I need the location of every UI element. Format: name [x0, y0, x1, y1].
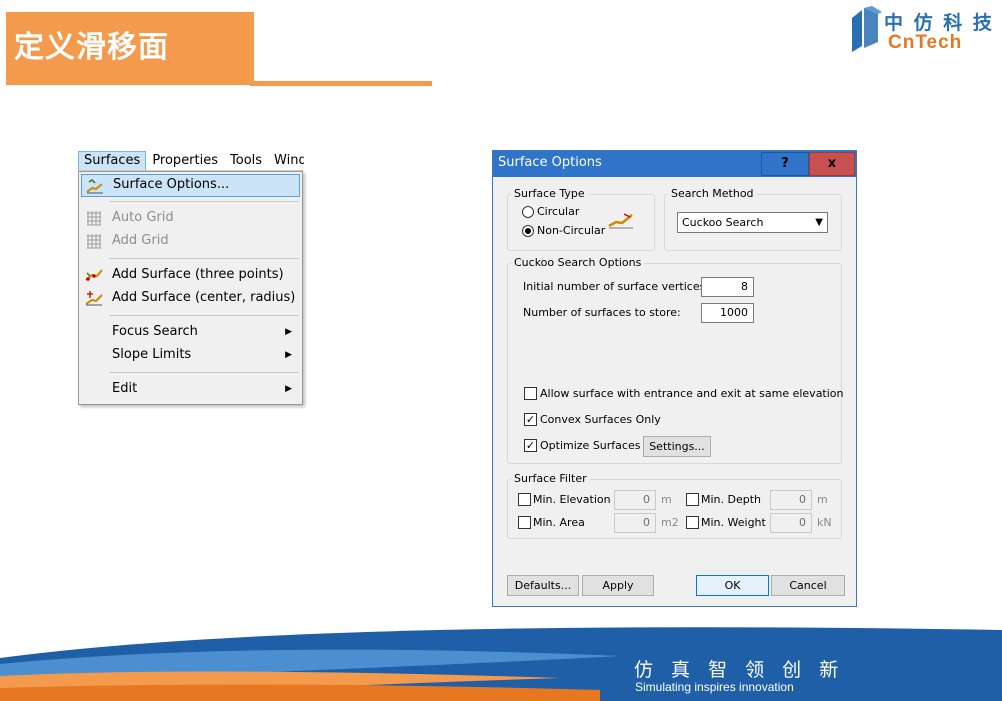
vertices-label: Initial number of surface vertices:	[523, 280, 710, 293]
surface-options-icon	[86, 178, 104, 194]
menu-item-label: Slope Limits	[112, 347, 192, 362]
menu-item-label: Edit	[112, 381, 138, 396]
non-circular-surface-icon	[608, 211, 634, 232]
settings-button[interactable]: Settings...	[643, 436, 711, 457]
surfaces-dropdown-menu: Surface Options Surface Options... Auto …	[78, 171, 303, 405]
slogan-english: Simulating inspires innovation	[635, 680, 794, 694]
convex-only-checkbox[interactable]: ✓	[524, 413, 537, 426]
surfaces-to-store-label: Number of surfaces to store:	[523, 306, 681, 319]
circular-label: Circular	[537, 205, 580, 218]
dialog-titlebar: Surface Options ? x	[493, 151, 856, 177]
menu-item-add-surface-three-points[interactable]: Add Surface (three points)	[81, 264, 300, 287]
min-depth-checkbox[interactable]	[686, 493, 699, 506]
min-area-checkbox[interactable]	[518, 516, 531, 529]
menu-properties[interactable]: Properties	[146, 151, 224, 170]
dialog-title: Surface Options	[498, 155, 602, 170]
title-underline	[250, 81, 432, 86]
slogan-chinese: 仿 真 智 领 创 新	[634, 659, 845, 681]
surface-options-dialog: Surface Options ? x Surface Type Circula…	[492, 150, 857, 607]
search-method-select[interactable]: Cuckoo Search ▼	[677, 212, 828, 233]
non-circular-label: Non-Circular	[537, 224, 606, 237]
footer-banner	[0, 627, 1002, 701]
menu-window[interactable]: Windo	[268, 151, 304, 170]
cuckoo-search-options-group	[507, 263, 842, 464]
search-method-label: Search Method	[668, 187, 757, 200]
menu-item-add-surface-center-radius[interactable]: Add Surface (center, radius)	[81, 287, 300, 310]
menu-item-focus-search[interactable]: Focus Search ▶	[81, 321, 300, 344]
ok-button[interactable]: OK	[696, 575, 769, 596]
close-button[interactable]: x	[809, 152, 855, 176]
menu-item-surface-options[interactable]: Surface Options Surface Options...	[81, 174, 300, 197]
vertices-input[interactable]: 8	[701, 277, 754, 297]
logo-mark-icon	[852, 6, 882, 52]
menu-item-label: Auto Grid	[112, 210, 174, 225]
menu-separator	[109, 201, 299, 202]
menu-item-label: Surface Options...	[113, 177, 230, 192]
menu-separator	[109, 315, 299, 316]
slide-title: 定义滑移面	[14, 30, 169, 65]
menu-bar: SurfacesPropertiesToolsWindo	[78, 151, 304, 171]
menu-item-add-grid[interactable]: Add Grid	[81, 230, 300, 253]
min-weight-label: Min. Weight	[701, 516, 766, 529]
add-grid-icon	[85, 233, 103, 249]
min-area-label: Min. Area	[533, 516, 585, 529]
logo-chinese-text: 中 仿 科 技	[884, 12, 994, 34]
apply-button[interactable]: Apply	[582, 575, 654, 596]
menu-item-auto-grid[interactable]: Auto Grid	[81, 207, 300, 230]
surface-type-label: Surface Type	[511, 187, 588, 200]
menu-tools[interactable]: Tools	[224, 151, 268, 170]
min-elevation-label: Min. Elevation	[533, 493, 611, 506]
non-circular-radio[interactable]	[522, 225, 534, 237]
help-button[interactable]: ?	[761, 152, 809, 176]
menu-item-slope-limits[interactable]: Slope Limits ▶	[81, 344, 300, 367]
circular-radio[interactable]	[522, 206, 534, 218]
surfaces-to-store-input[interactable]: 1000	[701, 303, 754, 323]
allow-same-elevation-checkbox[interactable]	[524, 387, 537, 400]
menu-item-label: Add Surface (center, radius)	[112, 290, 296, 305]
menu-separator	[109, 258, 299, 259]
cuckoo-search-options-label: Cuckoo Search Options	[511, 256, 645, 269]
min-weight-checkbox[interactable]	[686, 516, 699, 529]
menu-item-edit[interactable]: Edit ▶	[81, 378, 300, 401]
submenu-arrow-icon: ▶	[285, 350, 292, 360]
add-surface-three-points-icon	[85, 267, 103, 283]
menu-item-label: Focus Search	[112, 324, 198, 339]
min-weight-unit: kN	[817, 516, 832, 529]
surface-filter-label: Surface Filter	[511, 472, 590, 485]
search-method-value: Cuckoo Search	[682, 216, 764, 229]
convex-only-label: Convex Surfaces Only	[540, 413, 661, 426]
submenu-arrow-icon: ▶	[285, 384, 292, 394]
menu-surfaces[interactable]: Surfaces	[78, 151, 147, 170]
menu-separator	[109, 372, 299, 373]
defaults-button[interactable]: Defaults...	[507, 575, 579, 596]
min-depth-label: Min. Depth	[701, 493, 762, 506]
add-surface-center-radius-icon	[85, 290, 103, 306]
cntech-logo: 中 仿 科 技 CnTech	[848, 6, 998, 58]
auto-grid-icon	[85, 210, 103, 226]
min-weight-input[interactable]: 0	[770, 513, 812, 533]
optimize-surfaces-checkbox[interactable]: ✓	[524, 439, 537, 452]
min-elevation-checkbox[interactable]	[518, 493, 531, 506]
menu-item-label: Add Surface (three points)	[112, 267, 284, 282]
menu-item-label: Add Grid	[112, 233, 169, 248]
min-area-input[interactable]: 0	[614, 513, 656, 533]
min-depth-input[interactable]: 0	[770, 490, 812, 510]
min-elevation-unit: m	[661, 493, 672, 506]
min-depth-unit: m	[817, 493, 828, 506]
optimize-surfaces-label: Optimize Surfaces	[540, 439, 641, 452]
allow-same-elevation-label: Allow surface with entrance and exit at …	[540, 387, 844, 400]
cancel-button[interactable]: Cancel	[771, 575, 845, 596]
chevron-down-icon: ▼	[815, 217, 823, 228]
min-area-unit: m2	[661, 516, 679, 529]
logo-english-text: CnTech	[888, 32, 963, 53]
min-elevation-input[interactable]: 0	[614, 490, 656, 510]
submenu-arrow-icon: ▶	[285, 327, 292, 337]
